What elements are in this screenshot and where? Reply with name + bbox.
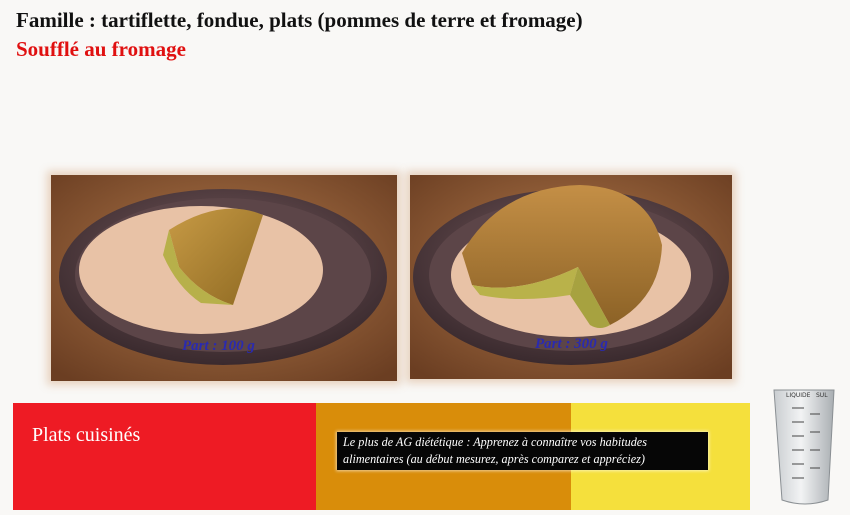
diet-tip-line-1: Le plus de AG diététique : Apprenez à co… — [343, 435, 647, 449]
category-label: Plats cuisinés — [32, 424, 141, 446]
portion-label-300g: Part : 300 g — [535, 336, 608, 352]
cup-label-solid: SUL — [816, 392, 828, 399]
cup-label-liquid: LIQUIDE — [786, 392, 811, 399]
portion-label-100g: Part : 100 g — [182, 338, 255, 354]
family-title: Famille : tartiflette, fondue, plats (po… — [16, 8, 583, 32]
diet-tip-line-2: alimentaires (au début mesurez, après co… — [343, 452, 645, 466]
measuring-cup-icon: LIQUIDE SUL — [770, 388, 840, 510]
diet-tip-box: Le plus de AG diététique : Apprenez à co… — [337, 432, 708, 470]
category-band-red — [13, 403, 316, 510]
dish-title: Soufflé au fromage — [16, 37, 186, 61]
